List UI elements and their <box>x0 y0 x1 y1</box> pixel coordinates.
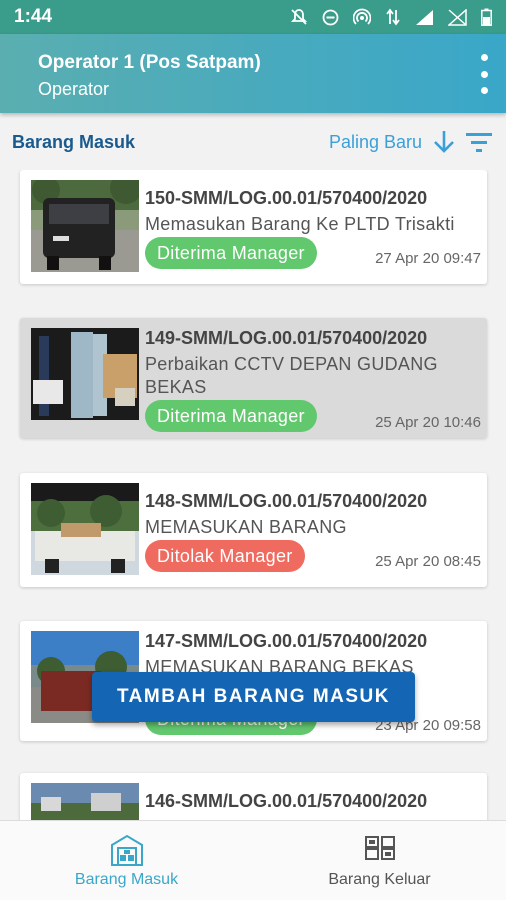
status-badge: Ditolak Manager <box>145 540 305 572</box>
arrow-down-icon[interactable] <box>432 129 456 155</box>
list-item[interactable]: 148-SMM/LOG.00.01/570400/2020 MEMASUKAN … <box>20 473 487 587</box>
more-options-icon[interactable] <box>476 54 492 94</box>
list-item[interactable]: 150-SMM/LOG.00.01/570400/2020 Memasukan … <box>20 170 487 284</box>
item-date: 25 Apr 20 08:45 <box>375 553 481 570</box>
item-code: 148-SMM/LOG.00.01/570400/2020 <box>145 491 428 511</box>
bottom-navigation: Barang Masuk Barang Keluar <box>0 820 506 900</box>
item-description: Perbaikan CCTV DEPAN GUDANG BEKAS <box>145 354 438 397</box>
signal-empty-icon <box>448 8 467 26</box>
battery-icon <box>481 8 492 26</box>
item-photo <box>31 483 139 575</box>
warehouse-out-icon <box>364 836 395 860</box>
item-date: 27 Apr 20 09:47 <box>375 250 481 267</box>
nav-label-barang-keluar: Barang Keluar <box>328 871 431 888</box>
nav-label-barang-masuk: Barang Masuk <box>74 871 179 888</box>
item-photo <box>31 328 139 420</box>
sort-button[interactable]: Paling Baru <box>329 132 422 153</box>
signal-icon <box>416 9 433 25</box>
warehouse-in-icon <box>110 834 143 866</box>
item-code: 150-SMM/LOG.00.01/570400/2020 <box>145 188 428 208</box>
filter-icon[interactable] <box>466 131 492 153</box>
item-code: 147-SMM/LOG.00.01/570400/2020 <box>145 631 428 651</box>
nav-barang-keluar[interactable]: Barang Keluar <box>253 821 506 900</box>
app-title: Operator 1 (Pos Satpam) <box>38 52 261 73</box>
incoming-goods-list: 150-SMM/LOG.00.01/570400/2020 Memasukan … <box>0 170 506 820</box>
add-incoming-goods-button[interactable]: TAMBAH BARANG MASUK <box>92 672 415 722</box>
item-description: MEMASUKAN BARANG <box>145 517 347 537</box>
section-title: Barang Masuk <box>12 132 136 152</box>
item-date: 25 Apr 20 10:46 <box>375 414 481 431</box>
filter-row: Barang Masuk Paling Baru <box>0 125 506 161</box>
data-transfer-icon <box>386 8 400 26</box>
status-badge: Diterima Manager <box>145 400 317 432</box>
status-icons <box>290 8 492 26</box>
list-item[interactable]: 146-SMM/LOG.00.01/570400/2020 <box>20 773 487 820</box>
app-subtitle: Operator <box>38 79 110 99</box>
item-code: 149-SMM/LOG.00.01/570400/2020 <box>145 328 428 348</box>
item-photo <box>31 783 139 820</box>
app-bar: Operator 1 (Pos Satpam) Operator <box>0 34 506 113</box>
status-time: 1:44 <box>14 6 53 27</box>
item-photo <box>31 180 139 272</box>
status-badge: Diterima Manager <box>145 237 317 269</box>
notifications-off-icon <box>290 9 308 25</box>
status-bar: 1:44 <box>0 0 506 34</box>
item-code: 146-SMM/LOG.00.01/570400/2020 <box>145 791 428 811</box>
hotspot-icon <box>353 8 371 25</box>
nav-barang-masuk[interactable]: Barang Masuk <box>0 821 253 900</box>
do-not-disturb-icon <box>322 9 339 25</box>
list-item[interactable]: 149-SMM/LOG.00.01/570400/2020 Perbaikan … <box>20 318 487 438</box>
item-description: Memasukan Barang Ke PLTD Trisakti <box>145 214 455 234</box>
